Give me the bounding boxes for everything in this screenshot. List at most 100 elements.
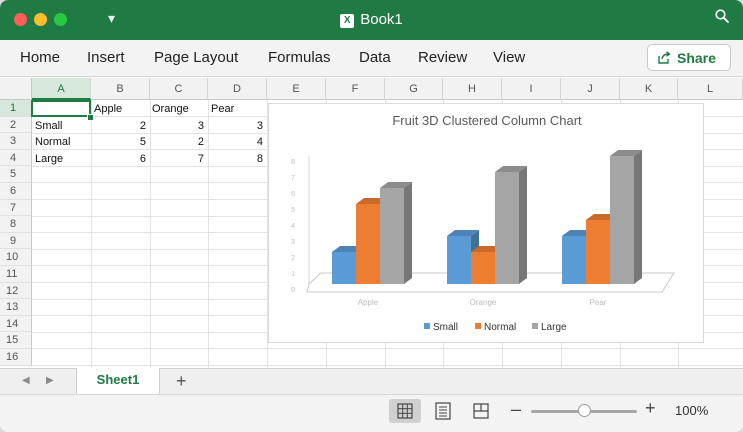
row-header-13[interactable]: 13	[0, 299, 32, 316]
search-icon[interactable]	[715, 9, 729, 23]
bar-small-apple	[332, 252, 356, 284]
bar-normal-apple	[356, 204, 380, 284]
column-header-h[interactable]: H	[443, 78, 502, 100]
share-button[interactable]: Share	[647, 44, 731, 71]
row-header-2[interactable]: 2	[0, 116, 32, 134]
column-header-f[interactable]: F	[326, 78, 385, 100]
row-header-9[interactable]: 9	[0, 232, 32, 250]
column-header-a[interactable]: A	[32, 78, 91, 100]
tab-formulas[interactable]: Formulas	[268, 49, 331, 66]
row-header-11[interactable]: 11	[0, 266, 32, 283]
page-layout-view-icon	[435, 402, 451, 420]
column-header-i[interactable]: I	[502, 78, 561, 100]
row-header-14[interactable]: 14	[0, 315, 32, 333]
row-header-12[interactable]: 12	[0, 282, 32, 300]
sheet-tab-bar: ◀ ▶ Sheet1 +	[0, 368, 743, 395]
zoom-slider-thumb[interactable]	[578, 404, 591, 417]
cell-d2[interactable]: 3	[208, 118, 263, 134]
cell-d1[interactable]: Pear	[211, 101, 265, 117]
cell-c4[interactable]: 7	[150, 151, 204, 167]
cell-b3[interactable]: 5	[91, 134, 146, 150]
x-tick-label-orange: Orange	[470, 298, 497, 307]
excel-window: ▾ X Book1 Home Insert Page Layout Formula…	[0, 0, 743, 432]
tab-insert[interactable]: Insert	[87, 49, 125, 66]
row-header-10[interactable]: 10	[0, 249, 32, 266]
legend-label-small: Small	[433, 322, 458, 333]
next-sheet-icon[interactable]: ▶	[46, 375, 54, 386]
legend-swatch-large	[532, 323, 538, 329]
zoom-in-button[interactable]: +	[645, 398, 656, 419]
y-tick-label: 4	[291, 223, 295, 230]
sheet-tab-sheet1[interactable]: Sheet1	[76, 368, 160, 394]
page-layout-view-button[interactable]	[427, 399, 459, 423]
column-header-l[interactable]: L	[678, 78, 743, 100]
tab-home[interactable]: Home	[20, 49, 60, 66]
bar-side-large-pear	[634, 150, 642, 284]
excel-file-icon: X	[340, 14, 355, 28]
bar-small-orange	[447, 236, 471, 284]
grid-line	[32, 365, 743, 366]
column-header-b[interactable]: B	[91, 78, 150, 100]
title-bar: ▾ X Book1	[0, 0, 743, 40]
row-header-1[interactable]: 1	[0, 100, 32, 117]
zoom-out-button[interactable]: –	[511, 399, 521, 420]
cell-d3[interactable]: 4	[208, 134, 263, 150]
row-header-3[interactable]: 3	[0, 133, 32, 150]
row-header-15[interactable]: 15	[0, 332, 32, 349]
bar-small-pear	[562, 236, 586, 284]
previous-sheet-icon[interactable]: ◀	[22, 375, 30, 386]
column-header-g[interactable]: G	[385, 78, 443, 100]
legend-label-large: Large	[541, 322, 567, 333]
row-header-6[interactable]: 6	[0, 183, 32, 200]
status-bar: – + 100%	[0, 394, 743, 432]
tab-review[interactable]: Review	[418, 49, 467, 66]
fruit-3d-column-chart[interactable]: Fruit 3D Clustered Column Chart 0 1 2 3 4 5 6 7 8…	[268, 103, 704, 343]
normal-view-button[interactable]	[389, 399, 421, 423]
cell-c1[interactable]: Orange	[152, 101, 206, 117]
y-tick-label: 3	[291, 239, 295, 246]
cell-a2[interactable]: Small	[35, 118, 89, 134]
row-header-5[interactable]: 5	[0, 166, 32, 183]
cell-b1[interactable]: Apple	[94, 101, 148, 117]
tab-data[interactable]: Data	[359, 49, 391, 66]
row-header-4[interactable]: 4	[0, 149, 32, 167]
active-cell-a1[interactable]	[31, 100, 91, 117]
page-break-view-icon	[473, 403, 489, 419]
fill-handle[interactable]	[87, 114, 94, 121]
bar-large-apple	[380, 188, 404, 284]
x-tick-label-pear: Pear	[590, 298, 607, 307]
chart-svg: Fruit 3D Clustered Column Chart 0 1 2 3 4 5 6 7 8…	[291, 113, 675, 333]
column-header-e[interactable]: E	[267, 78, 326, 100]
tab-view[interactable]: View	[493, 49, 525, 66]
y-tick-label: 5	[291, 207, 295, 214]
tab-page-layout[interactable]: Page Layout	[154, 49, 238, 66]
add-sheet-icon[interactable]: +	[176, 371, 187, 392]
bar-side-large-apple	[404, 182, 412, 284]
cell-b2[interactable]: 2	[91, 118, 146, 134]
y-tick-label: 2	[291, 255, 295, 262]
row-header-16[interactable]: 16	[0, 349, 32, 366]
cell-c3[interactable]: 2	[150, 134, 204, 150]
window-title: X Book1	[0, 11, 743, 28]
cell-d4[interactable]: 8	[208, 151, 263, 167]
column-header-c[interactable]: C	[150, 78, 208, 100]
legend-label-normal: Normal	[484, 322, 516, 333]
page-break-view-button[interactable]	[465, 399, 497, 423]
column-header-d[interactable]: D	[208, 78, 267, 100]
cell-c2[interactable]: 3	[150, 118, 204, 134]
bar-normal-orange	[471, 252, 495, 284]
row-header-8[interactable]: 8	[0, 216, 32, 233]
select-all-corner[interactable]	[0, 78, 32, 100]
zoom-level: 100%	[675, 403, 709, 418]
column-header-j[interactable]: J	[561, 78, 620, 100]
row-header-7[interactable]: 7	[0, 199, 32, 217]
share-label: Share	[677, 50, 716, 66]
column-header-k[interactable]: K	[620, 78, 678, 100]
x-tick-label-apple: Apple	[358, 298, 379, 307]
cell-a4[interactable]: Large	[35, 151, 89, 167]
y-tick-label: 1	[291, 271, 295, 278]
cell-b4[interactable]: 6	[91, 151, 146, 167]
cell-a3[interactable]: Normal	[35, 134, 89, 150]
legend-swatch-normal	[475, 323, 481, 329]
share-icon	[658, 51, 671, 64]
